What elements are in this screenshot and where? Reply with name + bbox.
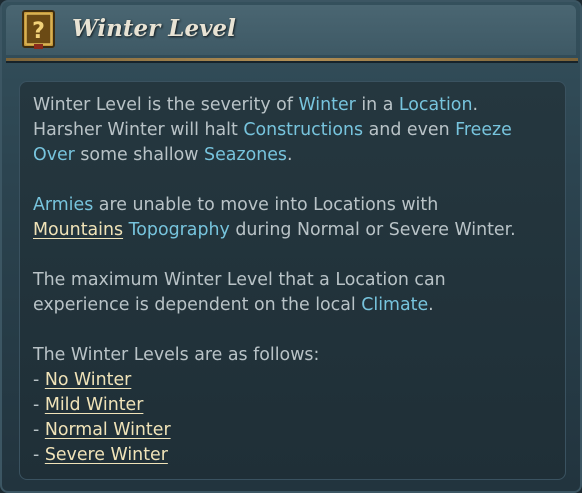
link-mild-winter[interactable]: Mild Winter [45, 395, 144, 415]
list-item: - Normal Winter [33, 420, 171, 440]
keyword-constructions[interactable]: Constructions [243, 120, 363, 140]
keyword-winter[interactable]: Winter [298, 95, 355, 115]
link-severe-winter[interactable]: Severe Winter [45, 445, 168, 465]
keyword-location[interactable]: Location [399, 95, 473, 115]
link-mountains[interactable]: Mountains [33, 220, 123, 240]
list-intro: The Winter Levels are as follows: [33, 345, 320, 365]
paragraph-description: Winter Level is the severity of Winter i… [33, 95, 512, 165]
keyword-freeze[interactable]: Freeze [455, 120, 512, 140]
tooltip-title: Winter Level [72, 15, 236, 42]
keyword-climate[interactable]: Climate [361, 295, 428, 315]
keyword-armies[interactable]: Armies [33, 195, 93, 215]
link-normal-winter[interactable]: Normal Winter [45, 420, 171, 440]
header-dark-divider [6, 61, 578, 63]
keyword-topography[interactable]: Topography [129, 220, 230, 240]
list-item: - No Winter [33, 370, 132, 390]
link-no-winter[interactable]: No Winter [45, 370, 132, 390]
tooltip-content: Winter Level is the severity of Winter i… [33, 93, 553, 468]
paragraph-armies: Armies are unable to move into Locations… [33, 195, 516, 240]
keyword-over[interactable]: Over [33, 145, 75, 165]
list-item: - Severe Winter [33, 445, 168, 465]
list-item: - Mild Winter [33, 395, 144, 415]
tooltip-window: ? Winter Level Winter Level is the sever… [0, 0, 582, 493]
paragraph-climate: The maximum Winter Level that a Location… [33, 270, 446, 315]
keyword-seazones[interactable]: Seazones [204, 145, 287, 165]
svg-text:?: ? [32, 19, 45, 44]
winter-levels-list: The Winter Levels are as follows: - No W… [33, 343, 553, 468]
help-book-icon: ? [22, 10, 56, 50]
